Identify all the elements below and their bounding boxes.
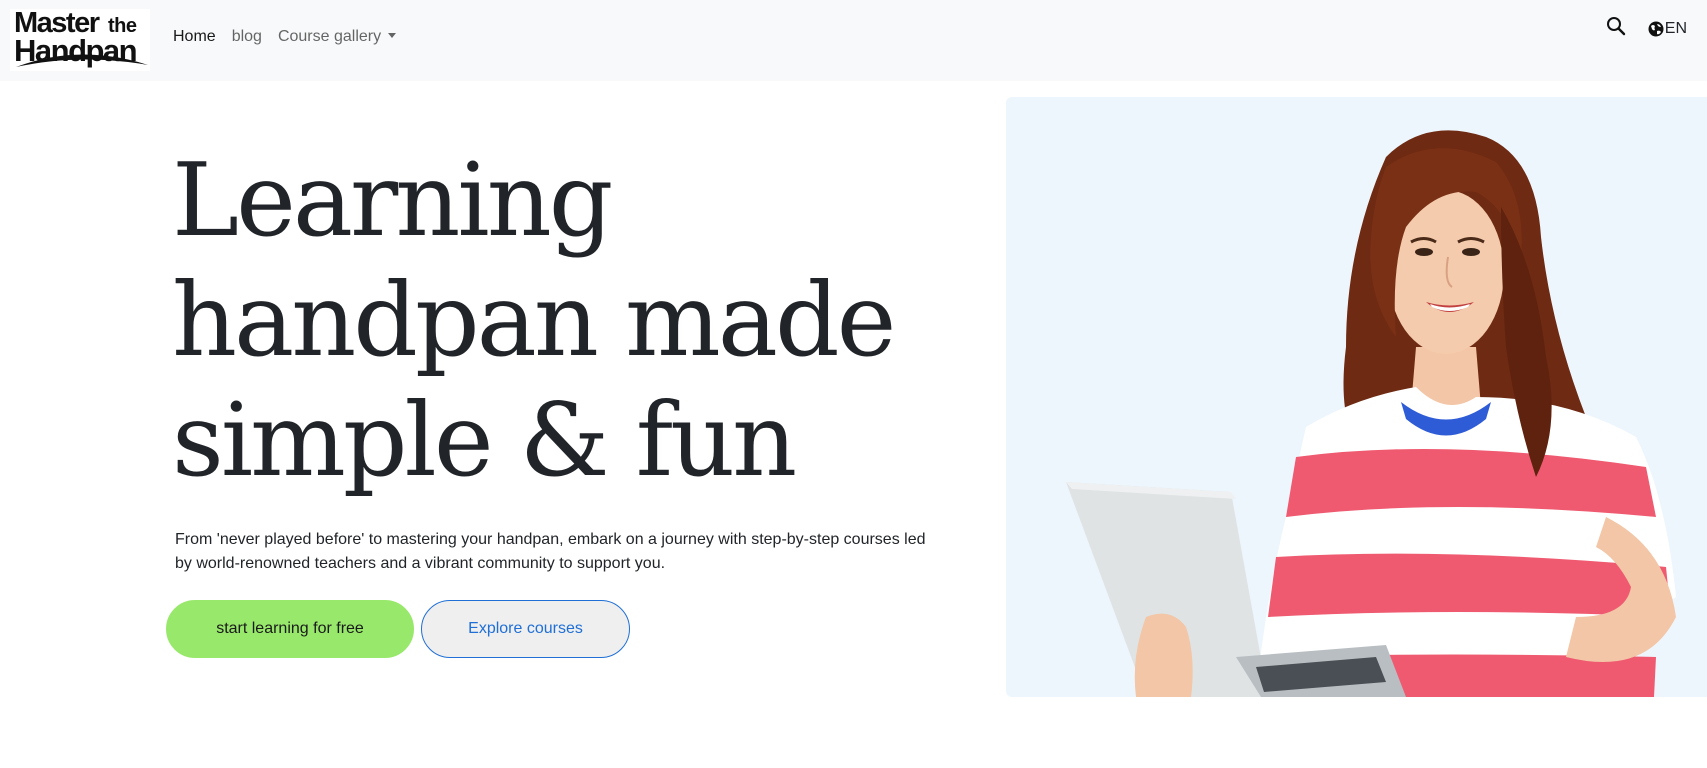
nav-course-gallery-label: Course gallery [277,28,382,45]
nav-home[interactable]: Home [173,28,216,46]
nav-blog[interactable]: blog [232,28,262,46]
top-navbar: Master the Handpan Home blog Course gall… [0,0,1707,81]
hero-image [1006,97,1707,697]
start-learning-button[interactable]: start learning for free [166,600,414,658]
hero-title-line-2: handpan made [172,261,896,379]
hero-title: Learning handpan made simple & fun [172,140,972,500]
hero-title-line-1: Learning [172,141,613,259]
nav-right-tools: EN [1604,17,1687,38]
hero-title-line-3: simple & fun [172,381,797,499]
woman-with-laptop-illustration [1066,130,1676,697]
chevron-down-icon [388,33,397,38]
site-logo[interactable]: Master the Handpan [10,9,150,71]
nav-course-gallery[interactable]: Course gallery [277,28,397,46]
explore-courses-button[interactable]: Explore courses [421,600,630,658]
logo-swoosh-icon [16,54,148,67]
globe-icon [1648,21,1664,37]
language-selector[interactable]: EN [1648,20,1687,38]
hero-subtitle: From 'never played before' to mastering … [175,531,926,572]
main-nav: Home blog Course gallery [173,28,412,46]
search-icon[interactable] [1604,14,1628,38]
language-label: EN [1664,20,1687,37]
